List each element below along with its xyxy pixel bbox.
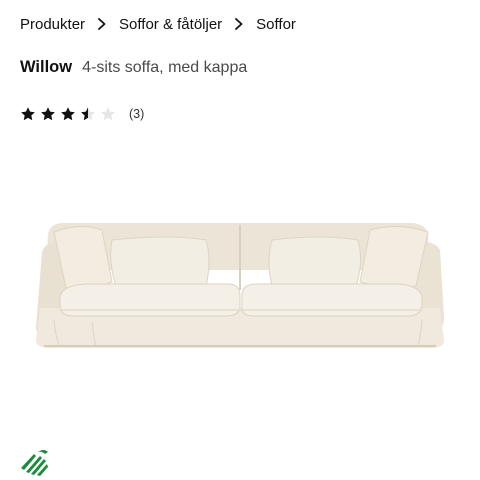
- star-empty-icon: [101, 107, 115, 121]
- product-name: Willow: [20, 58, 73, 76]
- product-title: Willow 4-sits soffa, med kappa: [20, 58, 247, 77]
- breadcrumb-item-produkter[interactable]: Produkter: [20, 16, 85, 33]
- sofa-image: [36, 223, 444, 348]
- rating-stars: [20, 106, 120, 122]
- breadcrumb-item-soffor[interactable]: Soffor: [256, 16, 296, 33]
- rating[interactable]: (3): [20, 106, 144, 122]
- nordic-swan-ecolabel-icon: [19, 447, 49, 477]
- breadcrumb-item-soffor-fatoljer[interactable]: Soffor & fåtöljer: [119, 16, 222, 33]
- star-half-icon: [81, 107, 95, 121]
- star-filled-icon: [21, 107, 35, 121]
- star-filled-icon: [61, 107, 75, 121]
- product-description: 4-sits soffa, med kappa: [82, 59, 248, 76]
- chevron-right-icon: [85, 14, 119, 34]
- star-filled-icon: [41, 107, 55, 121]
- breadcrumb: Produkter Soffor & fåtöljer Soffor: [20, 13, 296, 35]
- chevron-right-icon: [222, 14, 256, 34]
- review-count[interactable]: (3): [129, 107, 144, 121]
